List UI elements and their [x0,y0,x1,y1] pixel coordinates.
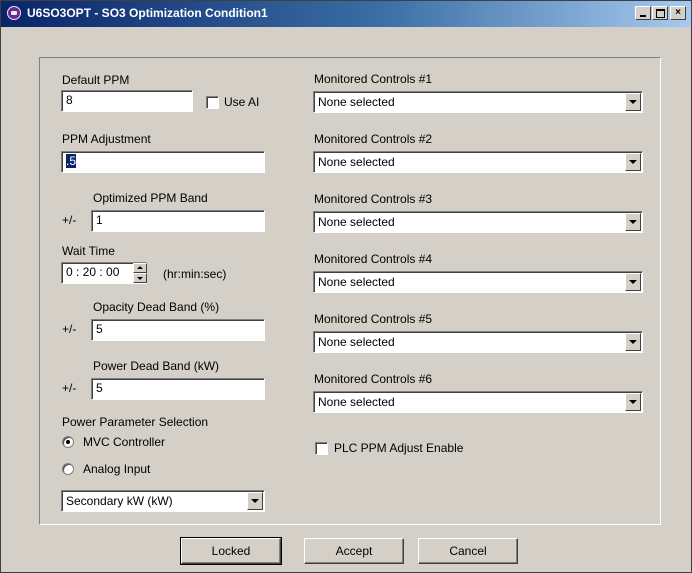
power-plus-minus: +/- [62,381,77,395]
locked-button[interactable]: Locked [180,537,282,565]
monitored-controls-3-label: Monitored Controls #3 [314,192,433,206]
title-bar[interactable]: U6SO3OPT - SO3 Optimization Condition1 × [1,1,691,27]
chevron-down-icon[interactable] [625,333,641,351]
monitored-controls-6-label: Monitored Controls #6 [314,372,433,386]
use-ai-label: Use AI [224,95,260,109]
opacity-dead-band-input[interactable]: 5 [91,319,265,341]
chevron-down-icon[interactable] [625,93,641,111]
mvc-controller-radio[interactable] [62,436,74,448]
monitored-controls-2-value: None selected [318,155,395,169]
chevron-down-icon[interactable] [625,393,641,411]
optimized-ppm-band-value: 1 [96,213,103,227]
app-icon[interactable] [7,6,21,20]
wait-time-spinner[interactable] [133,263,147,283]
window-title: U6SO3OPT - SO3 Optimization Condition1 [27,6,268,20]
spin-up-icon[interactable] [133,263,147,273]
optimized-ppm-band-label: Optimized PPM Band [93,191,208,205]
cancel-button[interactable]: Cancel [418,538,518,564]
monitored-controls-1-value: None selected [318,95,395,109]
opacity-dead-band-label: Opacity Dead Band (%) [93,300,220,314]
close-button[interactable]: × [670,6,686,20]
accept-button[interactable]: Accept [304,538,404,564]
monitored-controls-5-value: None selected [318,335,395,349]
optimized-band-plus-minus: +/- [62,213,77,227]
monitored-controls-2-label: Monitored Controls #2 [314,132,433,146]
power-parameter-label: Power Parameter Selection [62,415,209,429]
default-ppm-input[interactable]: 8 [61,90,193,112]
chevron-down-icon[interactable] [247,492,263,510]
monitored-controls-3-select[interactable]: None selected [313,211,643,233]
power-dead-band-value: 5 [96,381,103,395]
wait-time-value: 0 : 20 : 00 [66,265,120,279]
plc-ppm-adjust-label: PLC PPM Adjust Enable [334,441,464,455]
chevron-down-icon[interactable] [625,273,641,291]
plc-ppm-adjust-checkbox[interactable] [315,442,328,455]
power-parameter-select[interactable]: Secondary kW (kW) [61,490,265,512]
monitored-controls-4-select[interactable]: None selected [313,271,643,293]
monitored-controls-5-select[interactable]: None selected [313,331,643,353]
monitored-controls-1-label: Monitored Controls #1 [314,72,433,86]
ppm-adjustment-value: .5 [66,154,77,168]
ppm-adjustment-input[interactable]: .5 [61,151,265,173]
wait-time-label: Wait Time [62,244,115,258]
spin-down-icon[interactable] [133,273,147,283]
opacity-dead-band-value: 5 [96,322,103,336]
monitored-controls-4-value: None selected [318,275,395,289]
mvc-controller-label: MVC Controller [83,435,166,449]
chevron-down-icon[interactable] [625,213,641,231]
maximize-button[interactable] [652,6,668,20]
monitored-controls-5-label: Monitored Controls #5 [314,312,433,326]
monitored-controls-2-select[interactable]: None selected [313,151,643,173]
chevron-down-icon[interactable] [625,153,641,171]
opacity-plus-minus: +/- [62,322,77,336]
power-parameter-value: Secondary kW (kW) [66,494,173,508]
monitored-controls-4-label: Monitored Controls #4 [314,252,433,266]
optimized-ppm-band-input[interactable]: 1 [91,210,265,232]
analog-input-radio[interactable] [62,463,74,475]
ppm-adjustment-label: PPM Adjustment [62,132,151,146]
monitored-controls-6-select[interactable]: None selected [313,391,643,413]
default-ppm-label: Default PPM [62,73,130,87]
dialog-window: U6SO3OPT - SO3 Optimization Condition1 ×… [0,0,692,573]
minimize-button[interactable] [635,6,651,20]
monitored-controls-6-value: None selected [318,395,395,409]
monitored-controls-3-value: None selected [318,215,395,229]
use-ai-checkbox[interactable] [206,96,219,109]
power-dead-band-input[interactable]: 5 [91,378,265,400]
monitored-controls-1-select[interactable]: None selected [313,91,643,113]
wait-time-units: (hr:min:sec) [163,267,227,281]
analog-input-label: Analog Input [83,462,151,476]
power-dead-band-label: Power Dead Band (kW) [93,359,220,373]
default-ppm-value: 8 [66,93,73,107]
